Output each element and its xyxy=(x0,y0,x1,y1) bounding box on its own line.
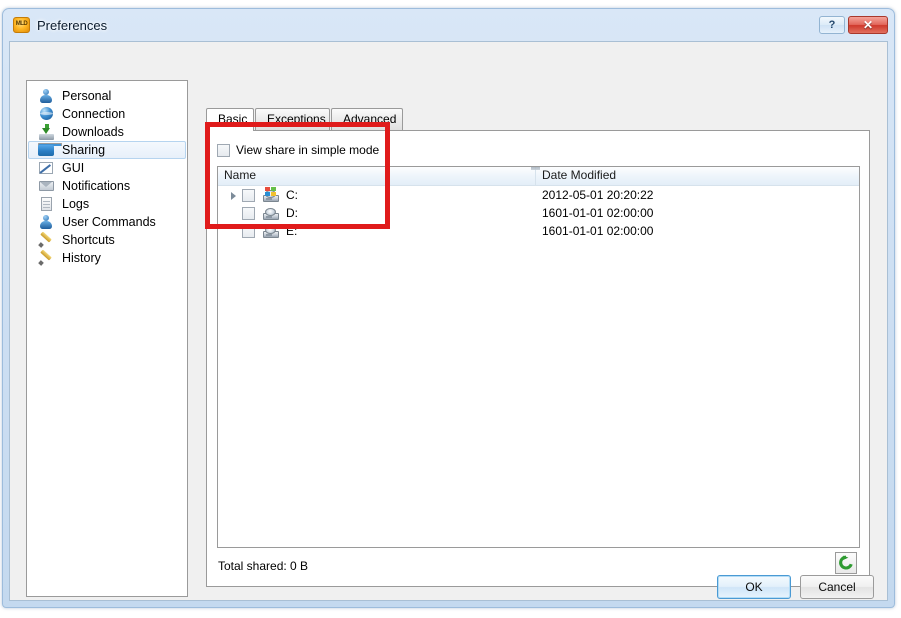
pencil-icon xyxy=(38,249,55,266)
column-header-date-modified[interactable]: Date Modified xyxy=(536,167,859,185)
sidebar-item-label: History xyxy=(62,251,101,265)
sidebar-item-history[interactable]: History xyxy=(28,249,186,267)
table-row[interactable]: C: 2012-05-01 20:20:22 xyxy=(218,186,859,204)
envelope-icon xyxy=(38,178,55,194)
help-button[interactable]: ? xyxy=(819,16,845,34)
sidebar-item-connection[interactable]: Connection xyxy=(28,105,186,123)
sidebar-item-label: GUI xyxy=(62,161,85,175)
sidebar-item-label: Personal xyxy=(62,89,112,103)
drive-icon xyxy=(262,223,280,239)
row-date-modified: 1601-01-01 02:00:00 xyxy=(542,224,654,238)
simple-mode-checkbox[interactable] xyxy=(217,143,230,157)
sidebar-item-notifications[interactable]: Notifications xyxy=(28,177,186,195)
sidebar-item-label: Shortcuts xyxy=(62,233,115,247)
row-checkbox[interactable] xyxy=(242,188,255,202)
row-name: C: xyxy=(286,188,298,202)
sidebar-item-label: User Commands xyxy=(62,215,156,229)
tree-header: Name Date Modified xyxy=(218,167,859,186)
title-bar: MLD Preferences ? ✕ xyxy=(3,9,894,41)
row-date-modified: 1601-01-01 02:00:00 xyxy=(542,206,654,220)
person-icon xyxy=(38,214,55,230)
tab-exceptions[interactable]: Exceptions xyxy=(255,108,330,130)
sidebar-item-downloads[interactable]: Downloads xyxy=(28,123,186,141)
sidebar-item-label: Notifications xyxy=(62,179,131,193)
refresh-button[interactable] xyxy=(835,552,857,574)
column-header-name[interactable]: Name xyxy=(218,167,536,185)
chart-icon xyxy=(38,160,55,176)
window-title: Preferences xyxy=(37,18,108,33)
mldonkey-logo-icon: MLD xyxy=(13,17,30,33)
row-name: E: xyxy=(286,224,298,238)
sidebar-item-label: Logs xyxy=(62,197,90,211)
table-row[interactable]: D: 1601-01-01 02:00:00 xyxy=(218,204,859,222)
total-shared-label: Total shared: 0 B xyxy=(218,559,309,573)
close-button[interactable]: ✕ xyxy=(848,16,888,34)
document-icon xyxy=(38,196,55,212)
simple-mode-checkbox-row[interactable]: View share in simple mode xyxy=(217,143,379,157)
preferences-window: MLD Preferences ? ✕ Personal Connection … xyxy=(2,8,895,608)
tree-body: C: 2012-05-01 20:20:22 D: 1601-01-01 02:… xyxy=(218,186,859,240)
sidebar-item-personal[interactable]: Personal xyxy=(28,87,186,105)
globe-icon xyxy=(38,106,55,122)
row-name: D: xyxy=(286,206,298,220)
drive-icon xyxy=(262,205,280,221)
sidebar-item-gui[interactable]: GUI xyxy=(28,159,186,177)
logo-glyph: MLD xyxy=(15,21,28,27)
pencil-icon xyxy=(38,231,55,248)
shared-drives-tree[interactable]: Name Date Modified C: 2012-05-01 20:20:2… xyxy=(217,166,860,548)
person-icon xyxy=(38,88,55,104)
row-checkbox[interactable] xyxy=(242,206,255,220)
sidebar-item-logs[interactable]: Logs xyxy=(28,195,186,213)
folder-icon xyxy=(38,142,62,158)
refresh-icon xyxy=(839,555,853,570)
ok-button[interactable]: OK xyxy=(717,575,791,599)
expand-arrow-placeholder xyxy=(227,204,242,222)
sidebar-item-label: Downloads xyxy=(62,125,124,139)
sidebar-item-label: Sharing xyxy=(62,143,106,157)
expand-arrow-icon[interactable] xyxy=(227,186,242,204)
tab-basic[interactable]: Basic xyxy=(206,108,254,131)
tab-advanced[interactable]: Advanced xyxy=(331,108,403,130)
window-client-area: Personal Connection Downloads Sharing GU… xyxy=(9,41,888,601)
expand-arrow-placeholder xyxy=(227,222,242,240)
cancel-button[interactable]: Cancel xyxy=(800,575,874,599)
column-splitter-handle[interactable] xyxy=(531,167,540,170)
sidebar-item-shortcuts[interactable]: Shortcuts xyxy=(28,231,186,249)
sidebar-item-sharing[interactable]: Sharing xyxy=(28,141,186,159)
sidebar-item-label: Connection xyxy=(62,107,126,121)
windows-drive-icon xyxy=(262,187,280,203)
download-icon xyxy=(38,124,55,140)
row-date-modified: 2012-05-01 20:20:22 xyxy=(542,188,654,202)
preferences-category-list[interactable]: Personal Connection Downloads Sharing GU… xyxy=(26,80,188,597)
table-row[interactable]: E: 1601-01-01 02:00:00 xyxy=(218,222,859,240)
row-checkbox[interactable] xyxy=(242,224,255,238)
basic-tab-panel: View share in simple mode Name Date Modi… xyxy=(206,130,870,587)
sidebar-item-user-commands[interactable]: User Commands xyxy=(28,213,186,231)
simple-mode-label: View share in simple mode xyxy=(236,143,380,157)
